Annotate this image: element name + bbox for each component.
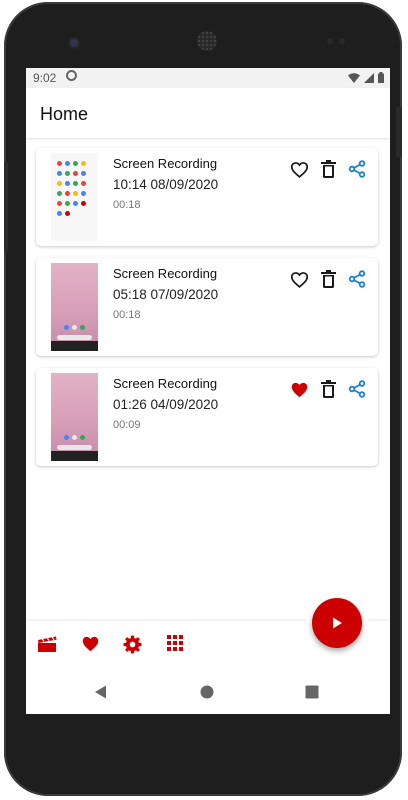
heart-icon [82,636,99,652]
recording-duration: 00:18 [113,309,141,321]
earpiece-speaker [197,31,217,51]
status-bar: 9:02 [26,68,390,88]
heart-outline-icon [290,161,308,178]
play-icon [333,617,342,629]
recording-datetime: 01:26 04/09/2020 [113,397,219,412]
heart-filled-icon [291,382,307,397]
recording-thumbnail [51,373,98,461]
wifi-icon [348,72,360,83]
share-button[interactable] [346,158,368,180]
recording-title: Screen Recording [113,376,218,391]
recording-thumbnail [51,263,98,351]
grid-icon [167,635,183,651]
status-time: 9:02 [33,71,57,85]
battery-icon [378,72,384,83]
clapperboard-icon [38,636,57,652]
screen: 9:02 Home Screen Recording 10:14 08/09/2… [26,68,390,714]
page-title: Home [40,104,89,124]
recording-title: Screen Recording [113,266,218,281]
favorite-button[interactable] [288,158,310,180]
signal-icon [364,72,374,83]
record-fab[interactable] [312,598,362,648]
delete-button[interactable] [317,378,339,400]
settings-tab[interactable] [123,635,145,657]
recordings-tab[interactable] [37,635,59,657]
status-icons [348,72,384,83]
delete-button[interactable] [317,268,339,290]
home-button[interactable] [199,684,217,702]
share-button[interactable] [346,378,368,400]
screen-recording-status-icon [66,70,77,81]
recording-duration: 00:09 [113,419,141,431]
back-button[interactable] [93,684,111,702]
share-icon [348,160,366,178]
recording-datetime: 05:18 07/09/2020 [113,287,219,302]
system-nav-bar [26,671,390,714]
share-icon [348,270,366,288]
delete-button[interactable] [317,158,339,180]
favorite-button[interactable] [288,268,310,290]
recording-card[interactable]: Screen Recording 01:26 04/09/2020 00:09 [36,368,378,466]
recording-datetime: 10:14 08/09/2020 [113,177,219,192]
recording-duration: 00:18 [113,199,141,211]
power-button [396,107,402,157]
home-icon [200,685,214,699]
app-bar: Home [26,88,390,138]
back-icon [95,685,106,699]
favorites-tab[interactable] [81,635,103,657]
recording-card[interactable]: Screen Recording 10:14 08/09/2020 00:18 [36,148,378,246]
recents-button[interactable] [304,684,322,702]
trash-icon [320,270,336,288]
proximity-sensor [327,38,333,44]
recents-icon [305,685,319,699]
trash-icon [320,160,336,178]
recording-title: Screen Recording [113,156,218,171]
light-sensor [339,38,345,44]
more-apps-tab[interactable] [167,635,189,657]
front-camera [70,39,78,47]
gear-icon [123,635,142,654]
heart-outline-icon [290,271,308,288]
phone-frame: 9:02 Home Screen Recording 10:14 08/09/2… [4,2,402,796]
recording-card[interactable]: Screen Recording 05:18 07/09/2020 00:18 [36,258,378,356]
favorite-button[interactable] [288,378,310,400]
share-icon [348,380,366,398]
side-button-left [4,162,8,252]
share-button[interactable] [346,268,368,290]
trash-icon [320,380,336,398]
recording-thumbnail [51,153,98,241]
